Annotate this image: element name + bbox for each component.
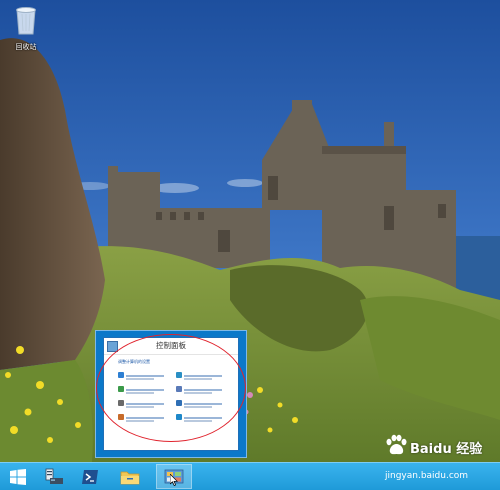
file-explorer-icon <box>120 471 140 484</box>
powershell-button[interactable] <box>72 464 108 489</box>
start-button[interactable] <box>0 464 36 489</box>
file-explorer-button[interactable] <box>112 464 148 489</box>
server-manager-button[interactable] <box>36 464 72 489</box>
mouse-cursor-icon <box>170 474 178 486</box>
baidu-watermark-text: Baidu 经验 <box>410 442 483 457</box>
powershell-icon <box>82 469 98 484</box>
annotation-ellipse-preview <box>96 334 246 442</box>
taskbar: jingyan.baidu.com <box>0 462 500 490</box>
recycle-bin-icon <box>16 7 36 35</box>
server-manager-icon <box>45 468 63 484</box>
baidu-paw-logo <box>386 434 407 455</box>
desktop-wallpaper <box>0 0 500 462</box>
windows-start-icon <box>10 468 26 485</box>
recycle-bin-desktop-icon[interactable]: 回收站 <box>8 4 44 52</box>
control-panel-taskbar-button[interactable] <box>156 464 192 489</box>
baidu-watermark-url: jingyan.baidu.com <box>385 471 469 481</box>
recycle-bin-label: 回收站 <box>15 43 37 51</box>
